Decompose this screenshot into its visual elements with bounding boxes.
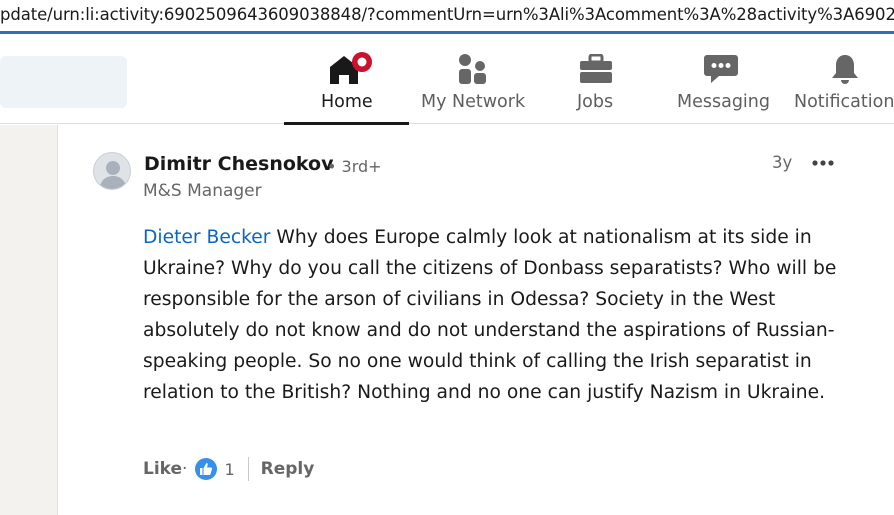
search-input[interactable] (0, 56, 127, 108)
like-button[interactable]: Like (143, 459, 182, 479)
nav-notifications-label: Notifications (794, 92, 894, 112)
address-bar[interactable]: pdate/urn:li:activity:690250964360903884… (0, 0, 894, 34)
mention-link[interactable]: Dieter Becker (143, 227, 270, 248)
comment-author-name[interactable]: Dimitr Chesnokov (144, 153, 333, 175)
avatar[interactable] (93, 152, 131, 190)
comment-text: Dieter Becker Why does Europe calmly loo… (143, 222, 843, 408)
nav-jobs-label: Jobs (577, 92, 614, 112)
top-navigation: Home My Network Jobs Messaging Notificat… (0, 37, 894, 125)
comment-body: Why does Europe calmly look at nationali… (143, 227, 837, 403)
nav-my-network-label: My Network (421, 92, 526, 112)
comment-actions: Like · 1 Reply (143, 456, 314, 482)
like-reaction-icon[interactable] (195, 458, 218, 480)
nav-home[interactable]: Home (284, 37, 409, 125)
chat-icon (703, 52, 739, 86)
nav-jobs[interactable]: Jobs (560, 37, 632, 124)
url-text: pdate/urn:li:activity:690250964360903884… (0, 5, 894, 24)
nav-messaging[interactable]: Messaging (672, 37, 770, 124)
home-icon (328, 52, 376, 86)
connection-degree: • 3rd+ (327, 157, 382, 176)
separator-dot: · (182, 459, 188, 479)
bell-icon (828, 52, 862, 86)
nav-my-network[interactable]: My Network (415, 37, 530, 124)
nav-notifications[interactable]: Notifications (790, 37, 894, 124)
people-icon (455, 52, 489, 86)
more-options-icon[interactable] (810, 150, 836, 176)
briefcase-icon (579, 52, 613, 86)
reaction-count[interactable]: 1 (224, 460, 234, 479)
action-divider (247, 457, 249, 481)
nav-home-label: Home (321, 92, 373, 112)
author-headline: M&S Manager (143, 181, 262, 201)
comment-timestamp: 3y (772, 153, 793, 172)
reply-button[interactable]: Reply (261, 459, 315, 479)
nav-messaging-label: Messaging (677, 92, 770, 112)
